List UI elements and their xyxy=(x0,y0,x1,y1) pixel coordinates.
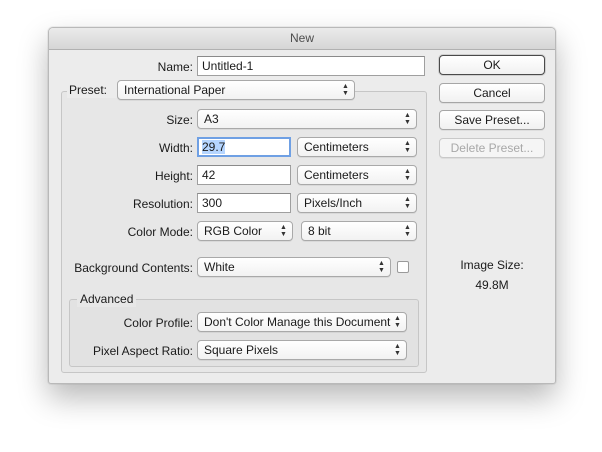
cancel-button[interactable]: Cancel xyxy=(439,83,545,103)
delete-preset-button[interactable]: Delete Preset... xyxy=(439,138,545,158)
popup-arrows-icon: ▲ ▼ xyxy=(394,343,401,357)
name-input[interactable]: Untitled-1 xyxy=(197,56,425,76)
resolution-unit: Pixels/Inch xyxy=(304,196,363,210)
width-label: Width: xyxy=(158,141,193,155)
popup-arrows-icon: ▲ ▼ xyxy=(378,260,385,274)
save-preset-button[interactable]: Save Preset... xyxy=(439,110,545,130)
height-input[interactable]: 42 xyxy=(197,165,291,185)
window-title: New xyxy=(49,28,555,50)
popup-arrows-icon: ▲ ▼ xyxy=(404,196,411,210)
color-profile-value: Don't Color Manage this Document xyxy=(204,315,391,329)
color-profile-label: Color Profile: xyxy=(123,316,193,330)
size-value: A3 xyxy=(204,112,219,126)
preset-value: International Paper xyxy=(124,83,226,97)
pixel-aspect-value: Square Pixels xyxy=(204,343,279,357)
popup-arrows-icon: ▲ ▼ xyxy=(404,112,411,126)
resolution-unit-popup[interactable]: Pixels/Inch ▲ ▼ xyxy=(297,193,417,213)
preset-popup[interactable]: International Paper ▲ ▼ xyxy=(117,80,355,100)
bit-depth-popup[interactable]: 8 bit ▲ ▼ xyxy=(301,221,417,241)
height-unit: Centimeters xyxy=(304,168,369,182)
width-unit-popup[interactable]: Centimeters ▲ ▼ xyxy=(297,137,417,157)
image-size-label: Image Size: xyxy=(460,258,524,272)
color-mode-popup[interactable]: RGB Color ▲ ▼ xyxy=(197,221,293,241)
size-popup[interactable]: A3 ▲ ▼ xyxy=(197,109,417,129)
width-value: 29.7 xyxy=(202,140,226,154)
width-unit: Centimeters xyxy=(304,140,369,154)
popup-arrows-icon: ▲ ▼ xyxy=(404,168,411,182)
popup-arrows-icon: ▲ ▼ xyxy=(342,83,349,97)
background-contents-value: White xyxy=(204,260,235,274)
name-label: Name: xyxy=(157,60,193,74)
new-document-dialog: New Name: Untitled-1 Preset: Internation… xyxy=(48,27,556,384)
background-contents-label: Background Contents: xyxy=(74,261,193,275)
popup-arrows-icon: ▲ ▼ xyxy=(404,140,411,154)
background-contents-popup[interactable]: White ▲ ▼ xyxy=(197,257,391,277)
image-size-value: 49.8M xyxy=(475,278,509,292)
width-input[interactable]: 29.7 xyxy=(197,137,291,157)
color-profile-popup[interactable]: Don't Color Manage this Document ▲ ▼ xyxy=(197,312,407,332)
height-unit-popup[interactable]: Centimeters ▲ ▼ xyxy=(297,165,417,185)
advanced-title: Advanced xyxy=(77,291,137,307)
resolution-label: Resolution: xyxy=(132,197,193,211)
popup-arrows-icon: ▲ ▼ xyxy=(280,224,287,238)
pixel-aspect-popup[interactable]: Square Pixels ▲ ▼ xyxy=(197,340,407,360)
bit-depth-value: 8 bit xyxy=(308,224,331,238)
height-label: Height: xyxy=(154,169,193,183)
resolution-input[interactable]: 300 xyxy=(197,193,291,213)
color-mode-label: Color Mode: xyxy=(127,225,193,239)
popup-arrows-icon: ▲ ▼ xyxy=(394,315,401,329)
preset-label: Preset: xyxy=(67,82,117,98)
color-mode-value: RGB Color xyxy=(204,224,263,238)
size-label: Size: xyxy=(166,113,193,127)
background-color-swatch[interactable] xyxy=(397,261,409,273)
ok-button[interactable]: OK xyxy=(439,55,545,75)
popup-arrows-icon: ▲ ▼ xyxy=(404,224,411,238)
pixel-aspect-label: Pixel Aspect Ratio: xyxy=(92,344,193,358)
